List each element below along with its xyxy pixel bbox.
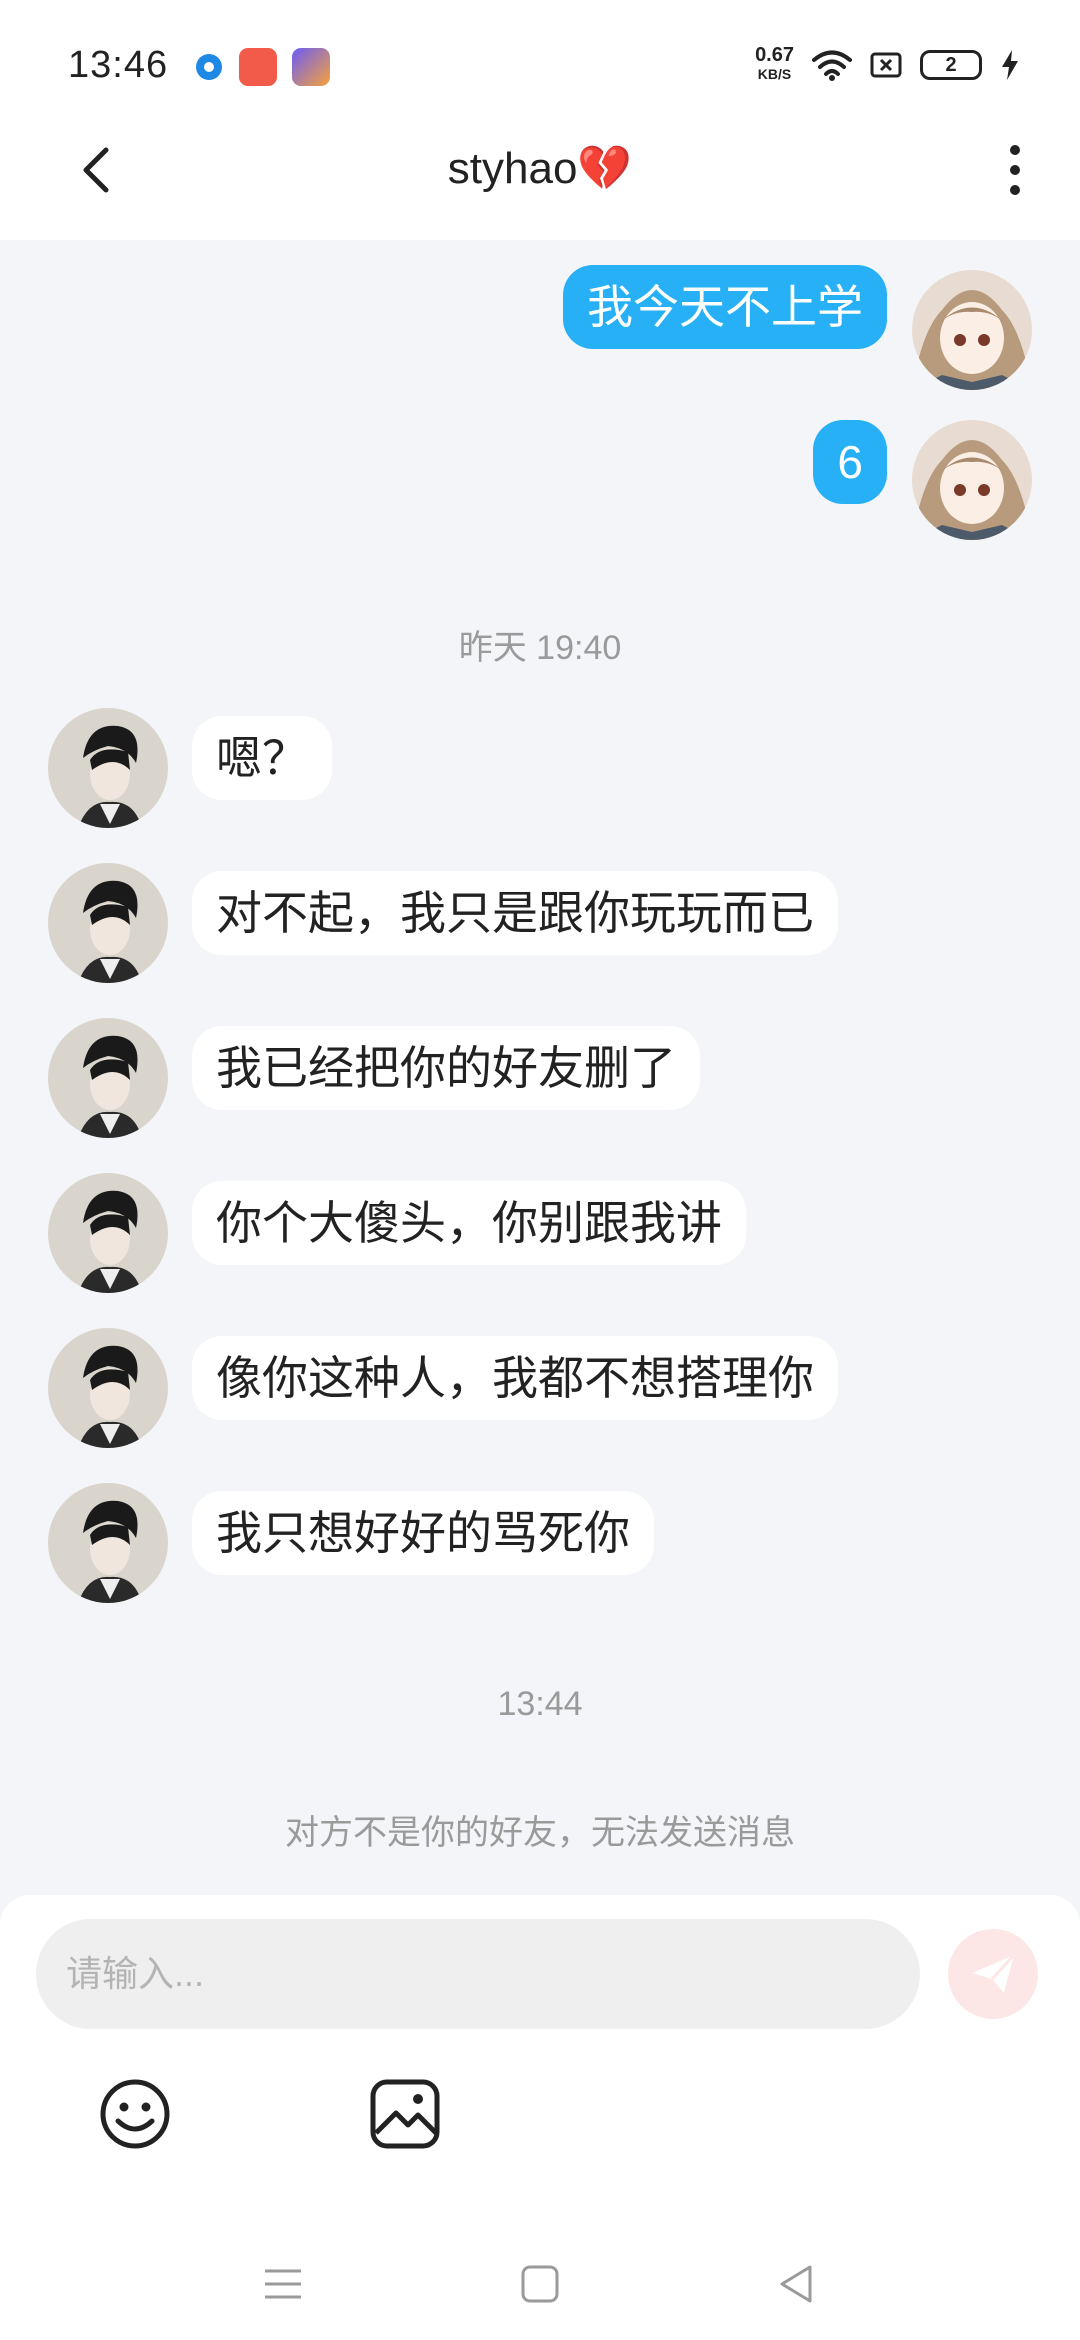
charging-icon (1002, 50, 1018, 80)
not-friend-notice: 对方不是你的好友，无法发送消息 (285, 1814, 795, 1852)
broken-heart-emoji: 💔 (577, 144, 633, 193)
wifi-icon (812, 50, 852, 81)
emoji-icon[interactable] (98, 2077, 172, 2151)
system-nav-bar (0, 2235, 1080, 2340)
message-bubble-outgoing[interactable]: 6 (813, 420, 887, 504)
back-nav-icon[interactable] (772, 2259, 822, 2309)
battery-level: 2 (945, 53, 957, 76)
network-speed-unit: KB/S (757, 66, 792, 82)
message-bubble-outgoing[interactable]: 我今天不上学 (563, 265, 887, 349)
message-composer (0, 1895, 1080, 2340)
app-notification-icon (190, 48, 228, 86)
message-bubble-incoming[interactable]: 你个大傻头，你别跟我讲 (192, 1181, 746, 1265)
status-time: 13:46 (68, 44, 169, 86)
contact-avatar[interactable] (48, 863, 168, 983)
message-bubble-incoming[interactable]: 我只想好好的骂死你 (192, 1491, 654, 1575)
message-bubble-incoming[interactable]: 嗯？ (192, 716, 332, 800)
send-icon (972, 1953, 1016, 1993)
message-bubble-incoming[interactable]: 像你这种人，我都不想搭理你 (192, 1336, 838, 1420)
timestamp: 昨天 19:40 (458, 629, 622, 667)
chat-title: styhao💔 (0, 142, 1080, 194)
status-right: 0.67 KB/S 2 (755, 44, 1020, 84)
contact-avatar[interactable] (48, 1018, 168, 1138)
contact-avatar[interactable] (48, 1328, 168, 1448)
network-speed-value: 0.67 (755, 44, 794, 66)
message-bubble-incoming[interactable]: 我已经把你的好友删了 (192, 1026, 700, 1110)
message-input[interactable] (36, 1919, 920, 2029)
contact-avatar[interactable] (48, 1173, 168, 1293)
app-notification-icon (292, 48, 330, 86)
more-options-icon[interactable] (990, 140, 1040, 200)
image-icon[interactable] (368, 2077, 442, 2151)
contact-name: styhao (447, 144, 578, 193)
message-bubble-incoming[interactable]: 对不起，我只是跟你玩玩而已 (192, 871, 838, 955)
battery-icon: 2 (920, 50, 982, 80)
network-speed: 0.67 KB/S (755, 44, 794, 84)
chat-messages[interactable]: 我今天不上学 6 昨天 19:40 嗯？ 对不起，我只是跟你玩玩而已 我已经把你… (0, 240, 1080, 1895)
chat-header: styhao💔 (0, 100, 1080, 240)
my-avatar[interactable] (912, 420, 1032, 540)
app-notification-icon (239, 48, 277, 86)
my-avatar[interactable] (912, 270, 1032, 390)
timestamp: 13:44 (497, 1685, 583, 1723)
contact-avatar[interactable] (48, 1483, 168, 1603)
home-nav-icon[interactable] (515, 2259, 565, 2309)
send-button[interactable] (948, 1929, 1038, 2019)
no-sim-icon (870, 52, 902, 78)
contact-avatar[interactable] (48, 708, 168, 828)
menu-nav-icon[interactable] (258, 2259, 308, 2309)
